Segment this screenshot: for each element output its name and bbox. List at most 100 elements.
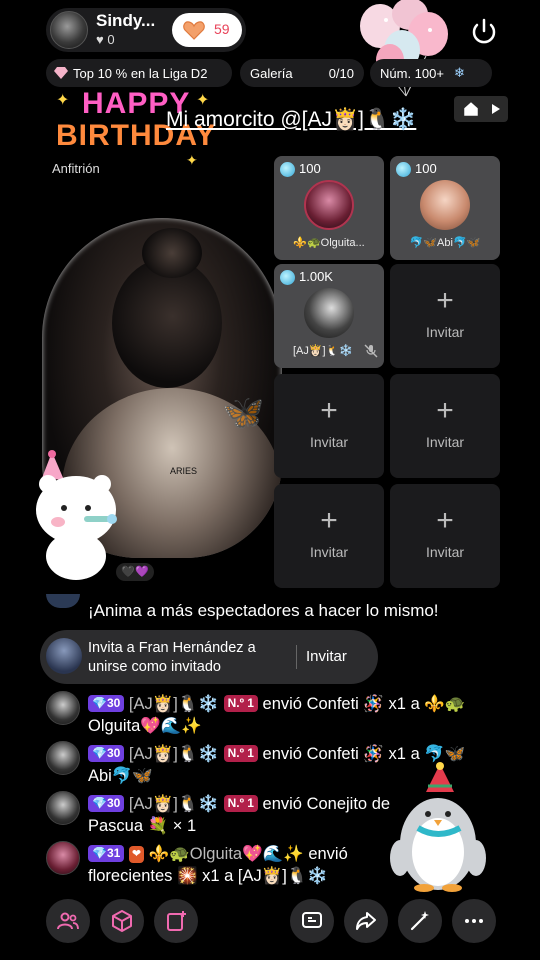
sparkle-icon: ✦ — [56, 92, 70, 109]
guest-name: 🐬🦋Abi🐬🦋 — [409, 237, 481, 249]
heart-icon — [183, 21, 205, 40]
plus-icon: + — [436, 394, 454, 427]
effects-button[interactable] — [100, 899, 144, 943]
invite-slot[interactable]: + Invitar — [390, 264, 500, 368]
rank-text: Núm. 100+ — [380, 65, 444, 81]
guest-coins: 1.00K — [299, 269, 333, 284]
party-penguin-sticker-icon — [390, 762, 486, 892]
chat-message: 💎30 [AJ👸🏻]🐧❄️ N.º 1 envió Confeti 🪅 x1 a… — [88, 693, 488, 737]
invite-slot-label: Invitar — [309, 434, 349, 450]
invite-slot-label: Invitar — [425, 544, 465, 560]
chat-message: 💎31 ❤ ⚜️🐢Olguita💖🌊✨ envió florecientes 🎇… — [88, 843, 398, 887]
invite-slot[interactable]: + Invitar — [390, 484, 500, 588]
cube-icon — [112, 910, 132, 932]
chat-avatar[interactable] — [46, 741, 80, 775]
chat-prompt-message: ¡Anima a más espectadores a hacer lo mis… — [88, 601, 439, 620]
guests-button[interactable] — [46, 899, 90, 943]
share-button[interactable] — [344, 899, 388, 943]
invite-slot-label: Invitar — [309, 544, 349, 560]
level-value: 30 — [106, 696, 121, 710]
home-icon — [464, 102, 478, 116]
level-value: 31 — [106, 846, 121, 860]
share-arrow-icon — [356, 912, 376, 930]
invite-slot-label: Invitar — [425, 434, 465, 450]
invite-slot[interactable]: + Invitar — [274, 374, 384, 478]
level-badge: 💎30 — [88, 795, 125, 812]
guest-name: ⚜️🐢Olguita... — [293, 237, 365, 249]
guest-slot-1[interactable]: 100 ⚜️🐢Olguita... — [274, 156, 384, 260]
chat-user[interactable]: [AJ👸🏻]🐧❄️ — [129, 745, 219, 763]
level-value: 30 — [106, 796, 121, 810]
coin-icon — [280, 162, 295, 177]
coin-icon — [396, 162, 411, 177]
gallery-value: 0/10 — [328, 65, 354, 81]
play-arrow-icon — [492, 104, 500, 114]
tattoo-text: ARIES — [170, 466, 198, 476]
invite-slot[interactable]: + Invitar — [390, 374, 500, 478]
host-likes: ♥ 0 — [96, 32, 115, 47]
invitee-avatar — [46, 638, 82, 674]
chat-avatar[interactable] — [46, 691, 80, 725]
guest-avatar — [420, 180, 470, 230]
guest-slot-2[interactable]: 100 🐬🦋Abi🐬🦋 — [390, 156, 500, 260]
league-chip[interactable]: Top 10 % en la Liga D2 — [46, 59, 232, 87]
chat-message: 💎30 [AJ👸🏻]🐧❄️ N.º 1 envió Conejito de Pa… — [88, 793, 408, 837]
rank-chip[interactable]: Núm. 100+ ❄ — [370, 59, 492, 87]
host-name: Sindy... — [96, 11, 156, 30]
plus-icon: + — [436, 504, 454, 537]
guest-coins: 100 — [299, 161, 321, 176]
room-controls[interactable] — [454, 96, 508, 122]
invite-slot[interactable]: + Invitar — [274, 484, 384, 588]
message-icon — [302, 912, 322, 928]
league-text: Top 10 % en la Liga D2 — [73, 65, 208, 81]
snowflake-icon: ❄ — [453, 65, 465, 80]
rank-badge: N.º 1 — [223, 795, 258, 812]
book-plus-icon — [167, 911, 186, 931]
plus-icon: + — [320, 504, 338, 537]
chat-user[interactable]: [AJ👸🏻]🐧❄️ — [129, 695, 219, 713]
magic-button[interactable] — [398, 899, 442, 943]
chat-user[interactable]: ⚜️🐢Olguita💖🌊✨ — [149, 845, 304, 863]
level-badge: 💎31 — [88, 845, 125, 862]
level-badge: 💎30 — [88, 695, 125, 712]
level-value: 30 — [106, 746, 121, 760]
guest-avatar — [304, 180, 354, 230]
chat-avatar[interactable] — [46, 841, 80, 875]
host-role-label: Anfitrión — [52, 161, 100, 176]
gallery-label: Galería — [250, 65, 293, 81]
butterfly-icon: 🦋 — [222, 394, 265, 432]
heart-badge-icon: ❤ — [128, 846, 145, 863]
coin-icon — [280, 270, 295, 285]
people-icon — [57, 912, 79, 930]
guest-coins: 100 — [415, 161, 437, 176]
guest-slot-3[interactable]: 1.00K [AJ👸🏻]🐧❄️ — [274, 264, 384, 368]
magic-wand-icon — [410, 911, 429, 931]
chat-avatar[interactable] — [46, 791, 80, 825]
host-avatar[interactable] — [50, 11, 88, 49]
close-power-icon[interactable] — [466, 14, 502, 50]
plus-icon: + — [320, 394, 338, 427]
divider — [296, 645, 297, 669]
guest-avatar — [304, 288, 354, 338]
sparkle-icon: ✦ — [196, 92, 210, 109]
level-badge: 💎30 — [88, 745, 125, 762]
more-dots-icon — [465, 919, 483, 923]
rank-badge: N.º 1 — [223, 695, 258, 712]
more-button[interactable] — [452, 899, 496, 943]
guest-name: [AJ👸🏻]🐧❄️ — [292, 345, 354, 357]
portrait-hair-bun — [142, 228, 202, 278]
plus-icon: + — [436, 284, 454, 317]
invite-slot-label: Invitar — [425, 324, 465, 340]
dedication-text: Mi amorcito @[AJ👸🏻]🐧❄️ — [166, 108, 417, 131]
invite-guest-button[interactable]: Invitar — [306, 648, 347, 665]
rank-badge: N.º 1 — [223, 745, 258, 762]
gallery-button[interactable] — [154, 899, 198, 943]
sparkle-icon: ✦ — [186, 152, 198, 168]
invite-guest-text: Invita a Fran Hernández a unirse como in… — [88, 640, 256, 675]
chat-user[interactable]: [AJ👸🏻]🐧❄️ — [129, 795, 219, 813]
gallery-chip[interactable]: Galería 0/10 — [240, 59, 364, 87]
party-bear-sticker-icon — [36, 450, 117, 580]
chat-button[interactable] — [290, 899, 334, 943]
mic-muted-icon — [364, 344, 378, 358]
chat-avatar — [46, 594, 80, 608]
